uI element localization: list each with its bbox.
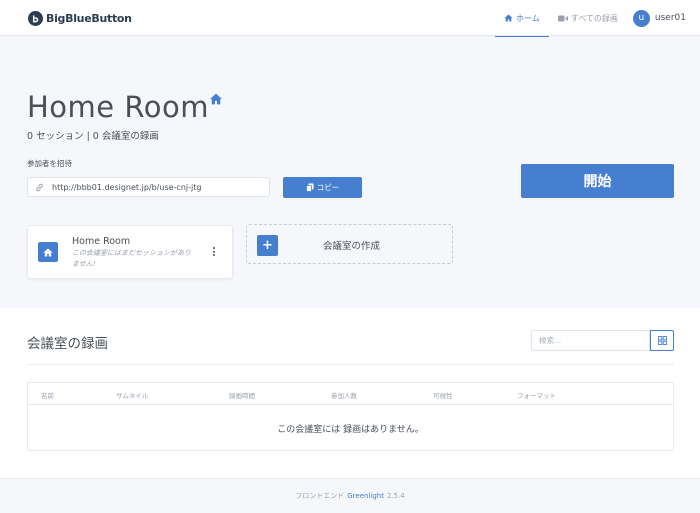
view-toggle-button[interactable] [650, 330, 674, 351]
avatar: u [632, 9, 650, 27]
user-menu[interactable]: u user01 [627, 9, 700, 27]
create-room-label: 会議室の作成 [323, 241, 381, 252]
copy-button[interactable]: コピー [283, 177, 362, 198]
footer-greenlight-link[interactable]: Greenlight [347, 492, 384, 500]
room-card-home[interactable]: Home Room この会議室にはまだセッションがありません! [27, 225, 233, 279]
invite-url-input[interactable] [50, 182, 260, 192]
grid-icon [657, 336, 667, 345]
recordings-title: 会議室の録画 [27, 336, 108, 352]
bbb-logo-icon [28, 10, 43, 26]
column-header-visibility: 可視性 [433, 392, 453, 400]
copy-button-label: コピー [316, 183, 340, 192]
room-card-description: この会議室にはまだセッションがありません! [72, 249, 191, 268]
recordings-table: 名前 サムネイル 録画時間 参加人数 可視性 フォーマット この会議室には 録画… [27, 382, 674, 451]
column-header-participants: 参加人数 [331, 392, 357, 400]
footer-prefix: フロントエンド [295, 492, 345, 500]
kebab-menu-icon[interactable] [211, 247, 217, 256]
room-stats: 0 セッション | 0 会議室の録画 [27, 131, 159, 142]
user-name: user01 [654, 13, 686, 23]
brand-name: BigBlueButton [46, 11, 132, 25]
nav-all-recordings[interactable]: すべての録画 [549, 0, 627, 36]
plus-icon: + [257, 235, 278, 256]
home-icon [43, 248, 53, 256]
home-icon [504, 14, 513, 22]
column-header-thumbnail: サムネイル [116, 392, 149, 400]
create-room-card[interactable]: + 会議室の作成 [246, 224, 453, 264]
link-icon [28, 183, 50, 192]
start-button[interactable]: 開始 [521, 164, 674, 198]
main-nav: ホーム すべての録画 u user01 [495, 0, 700, 37]
nav-home-label: ホーム [516, 13, 540, 23]
nav-all-recordings-label: すべての録画 [570, 13, 618, 23]
home-icon [210, 93, 222, 105]
invite-url-field [27, 177, 270, 197]
nav-home[interactable]: ホーム [495, 0, 549, 37]
search-input[interactable] [531, 330, 650, 351]
video-icon [557, 15, 568, 21]
empty-message: この会議室には 録画はありません。 [277, 424, 424, 435]
room-card-name: Home Room [72, 236, 131, 247]
invite-label: 参加者を招待 [27, 159, 72, 168]
divider [27, 364, 674, 365]
footer: フロントエンド Greenlight 2.5.4 [0, 478, 700, 513]
footer-version: 2.5.4 [386, 492, 405, 500]
recordings-section: 会議室の録画 名前 サムネイル 録画時間 参加人数 可視性 フォーマット この会… [0, 308, 700, 478]
room-tile [38, 242, 58, 262]
copy-icon [305, 183, 314, 192]
table-header: 名前 サムネイル 録画時間 参加人数 可視性 フォーマット [28, 383, 673, 405]
brand-logo[interactable]: BigBlueButton [28, 9, 132, 27]
column-header-format: フォーマット [517, 392, 556, 400]
column-header-length: 録画時間 [229, 392, 255, 400]
page-title: Home Room [27, 90, 209, 124]
column-header-name: 名前 [41, 392, 54, 400]
top-navbar: BigBlueButton ホーム すべての録画 u user01 [0, 0, 700, 37]
